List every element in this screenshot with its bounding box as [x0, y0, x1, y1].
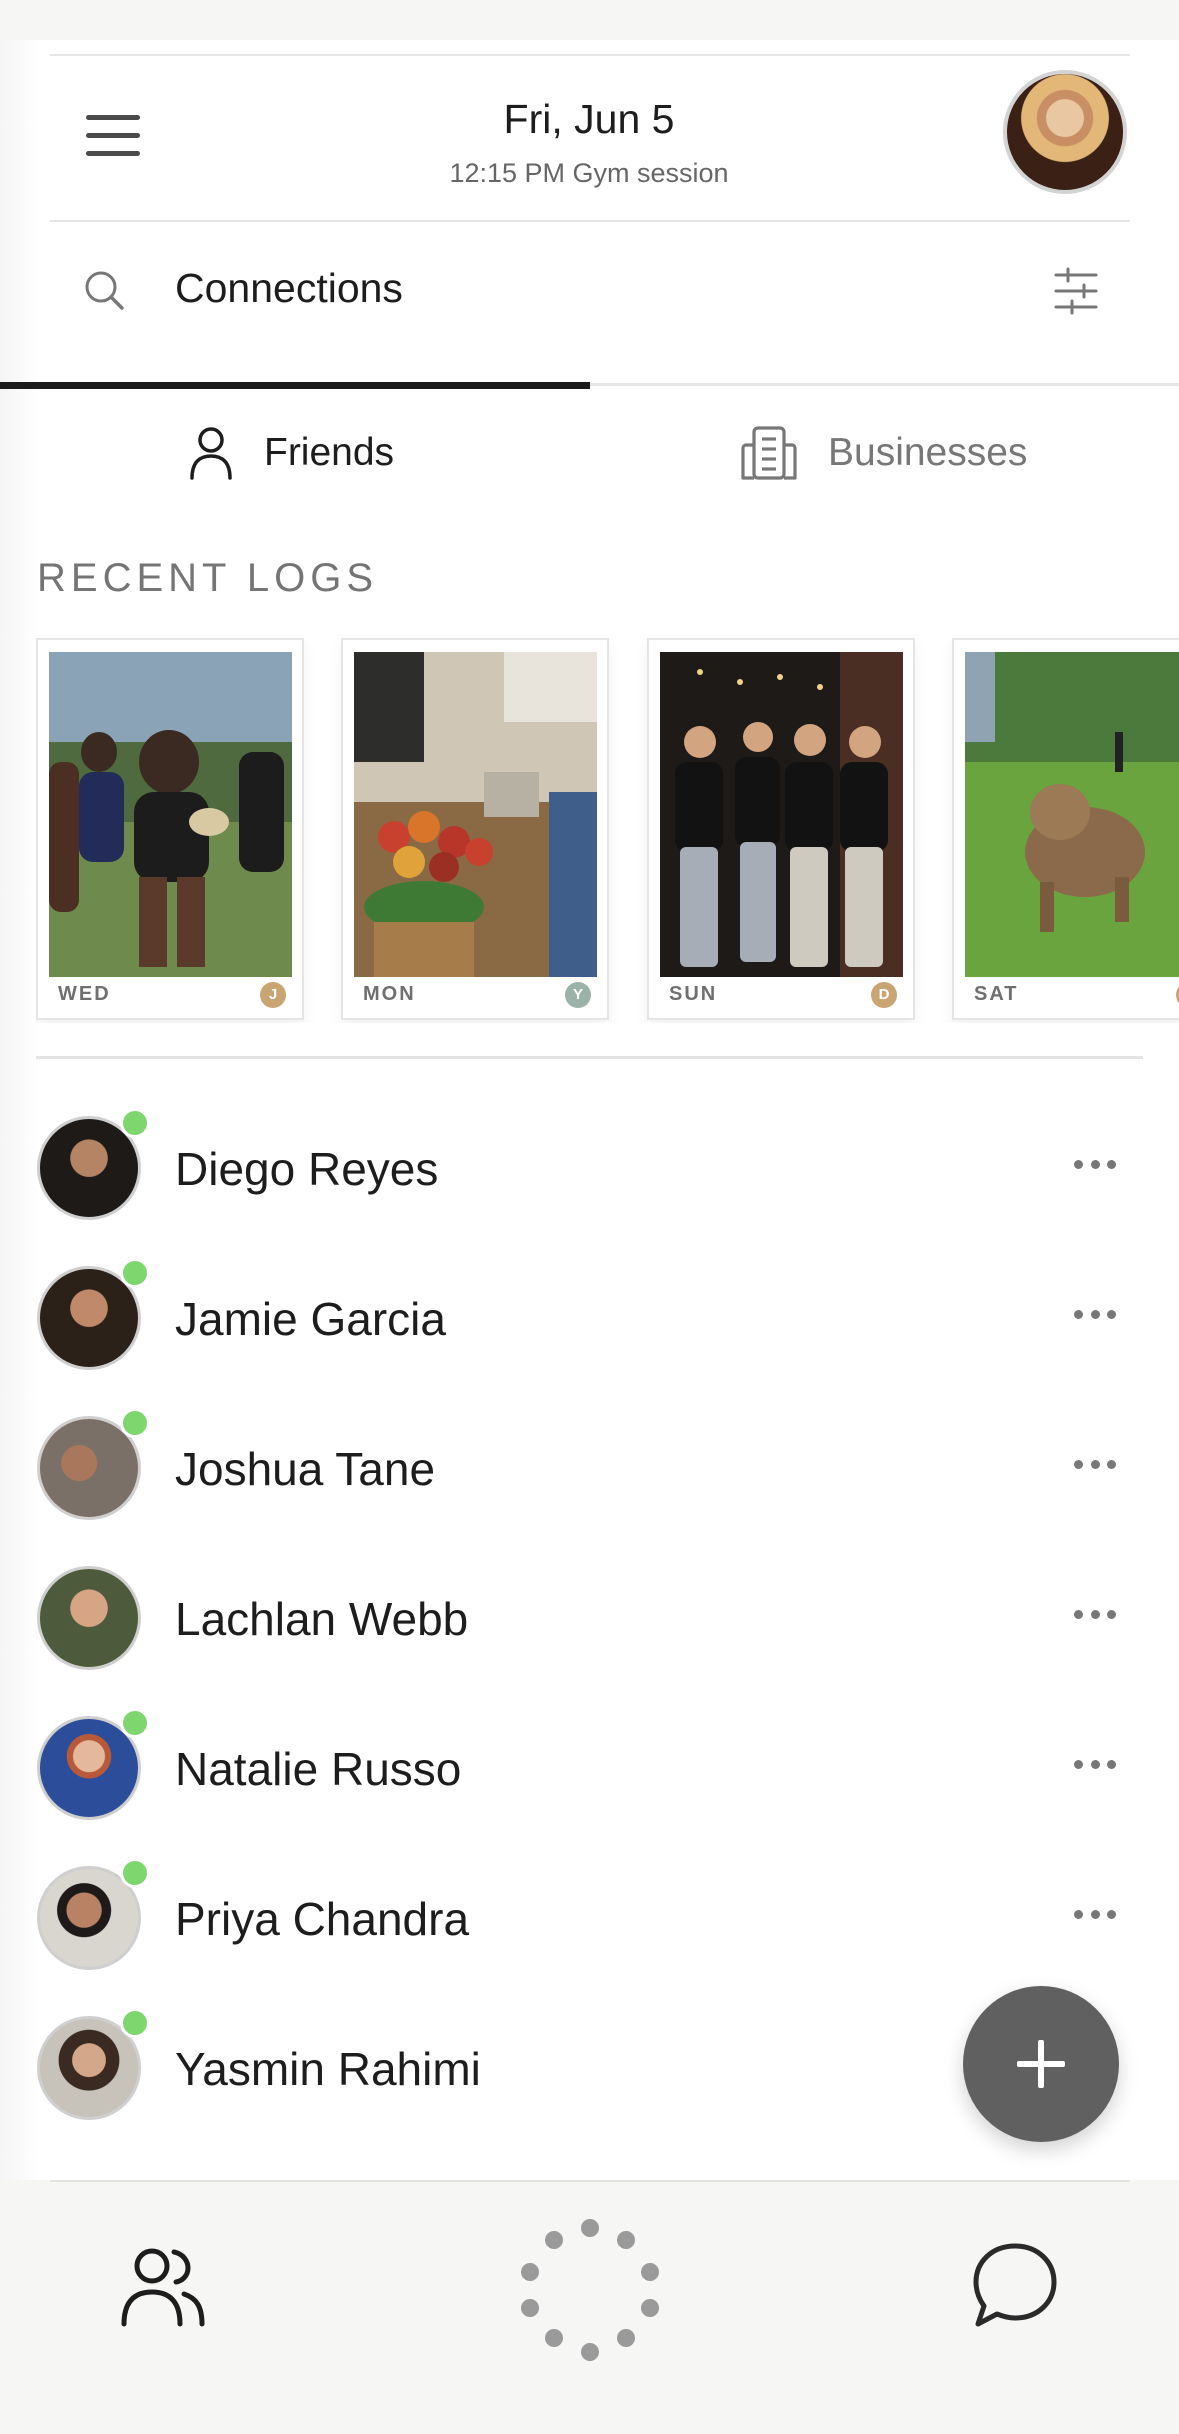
- online-status-dot: [120, 2008, 150, 2038]
- log-card[interactable]: MON Y: [341, 638, 609, 1020]
- search-label: Connections: [175, 265, 403, 311]
- more-options-icon[interactable]: [1074, 1452, 1116, 1476]
- loading-spinner-icon[interactable]: [510, 2210, 670, 2370]
- header-bottom-divider: [50, 220, 1130, 222]
- friend-name: Lachlan Webb: [175, 1593, 469, 1645]
- log-day: MON: [363, 983, 416, 1005]
- log-day: WED: [58, 983, 111, 1005]
- friends-alley-photo: [660, 652, 903, 977]
- friend-row[interactable]: Diego Reyes: [0, 1108, 1179, 1266]
- tab-businesses[interactable]: Businesses: [740, 410, 1027, 496]
- tab-friends-label: Friends: [264, 431, 395, 474]
- schedule-subtitle: 12:15 PM Gym session: [449, 158, 729, 188]
- online-status-dot: [120, 1258, 150, 1288]
- friend-name: Yasmin Rahimi: [175, 2043, 481, 2095]
- log-author-badge: J: [260, 982, 286, 1008]
- user-icon: [190, 427, 232, 480]
- filter-sliders-icon[interactable]: [1054, 267, 1098, 315]
- online-status-dot: [120, 1708, 150, 1738]
- friend-row[interactable]: Jamie Garcia: [0, 1258, 1179, 1416]
- log-card[interactable]: SAT: [952, 638, 1179, 1020]
- friend-row[interactable]: Priya Chandra: [0, 1858, 1179, 2016]
- tab-businesses-label: Businesses: [828, 431, 1028, 474]
- friend-row[interactable]: Lachlan Webb: [0, 1566, 1179, 1716]
- friend-name: Priya Chandra: [175, 1893, 470, 1945]
- add-button[interactable]: [963, 1986, 1119, 2142]
- search-icon[interactable]: [82, 268, 126, 312]
- market-produce-photo: [354, 652, 597, 977]
- log-card[interactable]: WED J: [36, 638, 304, 1020]
- friend-name: Natalie Russo: [175, 1743, 462, 1795]
- list-divider: [36, 1056, 1143, 1059]
- log-day: SUN: [669, 983, 718, 1005]
- friend-name: Diego Reyes: [175, 1143, 439, 1195]
- recent-logs-title: RECENT LOGS: [37, 556, 378, 600]
- building-icon: [741, 426, 797, 480]
- more-options-icon[interactable]: [1074, 1602, 1116, 1626]
- friends-icon[interactable]: [118, 2240, 208, 2330]
- chat-icon[interactable]: [970, 2240, 1060, 2330]
- online-status-dot: [120, 1408, 150, 1438]
- recent-logs-carousel[interactable]: WED J MON Y SUN D SAT: [36, 638, 1179, 1023]
- log-card[interactable]: SUN D: [647, 638, 915, 1020]
- online-status-dot: [120, 1108, 150, 1138]
- rugby-players-photo: [49, 652, 292, 977]
- bottom-nav: [0, 2180, 1179, 2434]
- avatar: [37, 1566, 141, 1670]
- page-date: Fri, Jun 5: [503, 96, 675, 142]
- profile-avatar[interactable]: [1003, 70, 1127, 194]
- header-top-divider: [50, 54, 1130, 56]
- tab-friends[interactable]: Friends: [188, 410, 394, 496]
- more-options-icon[interactable]: [1074, 1752, 1116, 1776]
- more-options-icon[interactable]: [1074, 1302, 1116, 1326]
- status-bar-area: [0, 0, 1179, 40]
- more-options-icon[interactable]: [1074, 1152, 1116, 1176]
- bottom-nav-divider: [50, 2180, 1130, 2182]
- menu-icon[interactable]: [86, 112, 140, 160]
- log-author-badge: D: [871, 982, 897, 1008]
- log-author-badge: Y: [565, 982, 591, 1008]
- online-status-dot: [120, 1858, 150, 1888]
- friend-row[interactable]: Natalie Russo: [0, 1708, 1179, 1866]
- log-day: SAT: [974, 983, 1019, 1005]
- active-tab-indicator: [0, 382, 590, 389]
- friend-row[interactable]: Joshua Tane: [0, 1408, 1179, 1566]
- dog-park-photo: [965, 652, 1179, 977]
- friend-name: Joshua Tane: [175, 1443, 436, 1495]
- more-options-icon[interactable]: [1074, 1902, 1116, 1926]
- friend-name: Jamie Garcia: [175, 1293, 446, 1345]
